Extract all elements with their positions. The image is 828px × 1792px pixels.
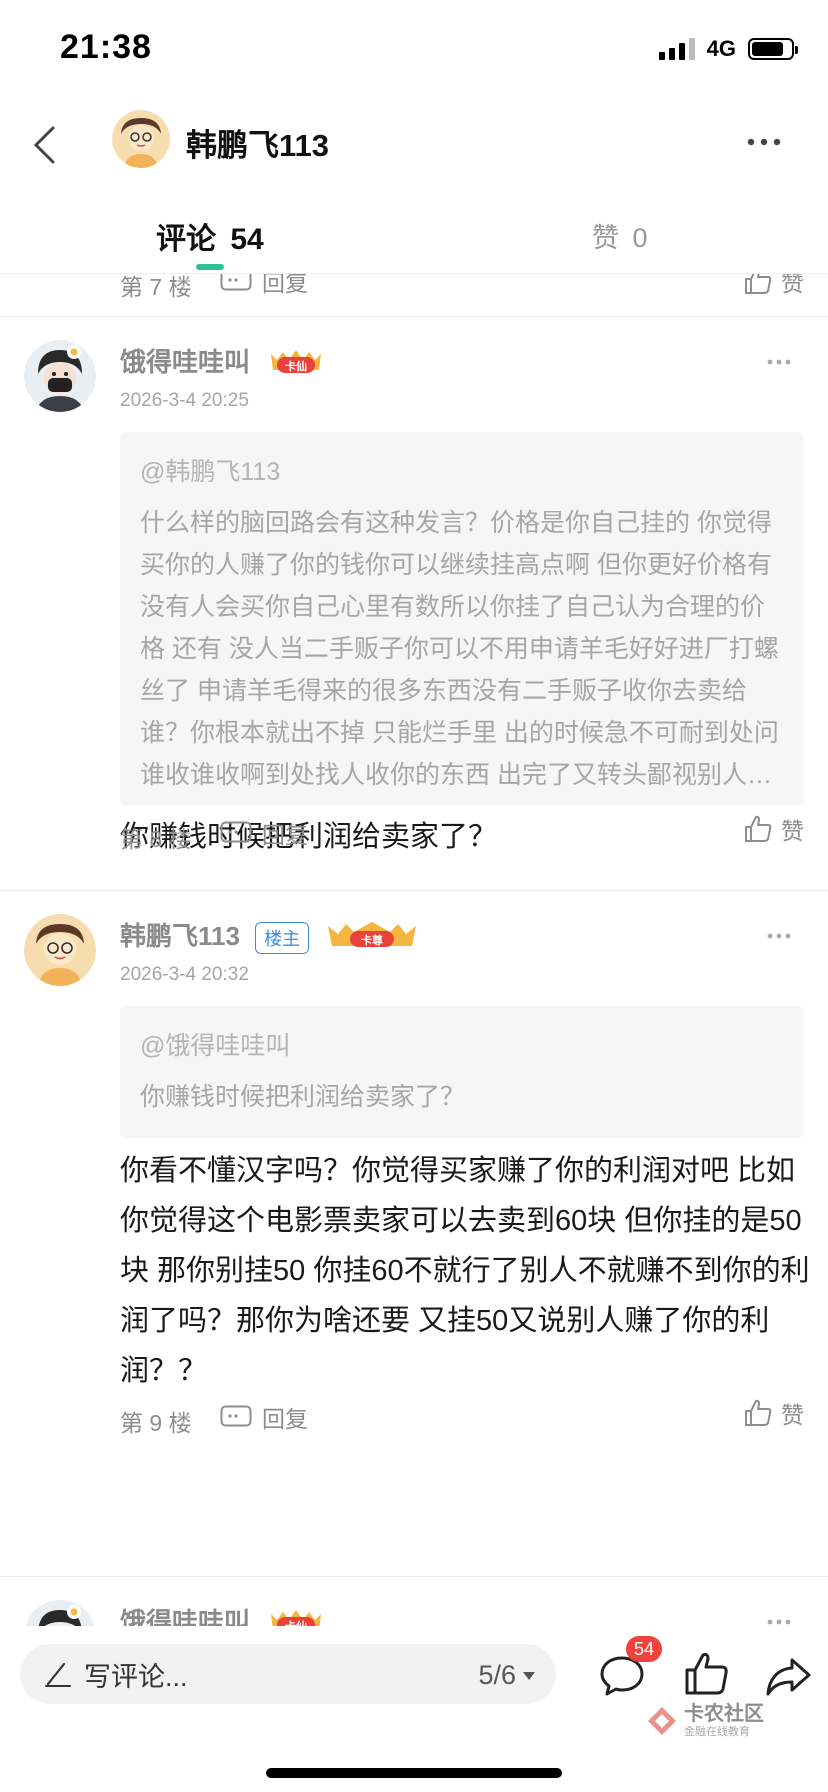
tab-likes[interactable]: 赞 0 [592,216,648,255]
battery-icon [748,38,798,60]
floor-label: 第 9 楼 [120,1410,192,1436]
network-label: 4G [706,36,736,61]
avatar[interactable] [24,1600,96,1626]
bottom-bar: 写评论... 5/6 54 卡农社区 金融在线教育 [0,1626,828,1792]
level-badge: 卡尊 [324,920,420,957]
comment-feed[interactable]: 第 7 楼 回复 赞 饿得哇哇叫 卡仙 2026-3-4 20:25 @韩鹏飞1… [0,274,828,1626]
comment-time: 2026-3-4 20:32 [120,964,249,985]
svg-text:卡仙: 卡仙 [285,1619,307,1626]
like-post-button[interactable] [682,1650,730,1698]
share-button[interactable] [764,1652,812,1700]
watermark-logo: 卡农社区 金融在线教育 [646,1704,764,1738]
comment-input[interactable]: 写评论... 5/6 [20,1644,556,1704]
more-button[interactable] [764,352,794,372]
quote-mention: @饿得哇哇叫 [140,1032,291,1060]
reply-button[interactable]: 回复 [220,1400,308,1434]
tab-comments[interactable]: 评论 54 [156,214,264,258]
svg-text:卡尊: 卡尊 [361,933,383,947]
reply-icon [220,274,252,291]
thumbs-up-icon [745,1399,772,1426]
level-badge: 卡仙 [265,346,327,383]
back-button[interactable] [24,120,64,170]
like-button[interactable]: 赞 [743,1396,804,1430]
quoted-comment[interactable]: @饿得哇哇叫 你赚钱时候把利润给卖家了？ [120,1006,804,1138]
author-name[interactable]: 饿得哇哇叫 卡仙 [120,1602,327,1626]
more-horizontal-icon [747,138,781,146]
quote-text: 你赚钱时候把利润给卖家了？ [140,1083,466,1111]
home-indicator [266,1768,562,1778]
comment-item: 饿得哇哇叫 卡仙 [0,1576,828,1626]
comment-count-badge: 54 [626,1636,662,1662]
avatar[interactable] [112,110,170,168]
more-horizontal-icon [767,933,791,939]
pen-icon [45,1662,71,1687]
author-name[interactable]: 韩鹏飞113 楼主 卡尊 [120,916,420,957]
tab-indicator [196,264,224,270]
status-time: 21:38 [60,28,152,66]
more-button[interactable] [764,1612,794,1626]
prev-comment-footer: 第 7 楼 回复 赞 [0,274,828,318]
like-button[interactable]: 赞 [743,274,804,298]
reply-icon [220,821,252,843]
like-button[interactable]: 赞 [743,812,804,846]
floor-label: 第 8 楼 [120,826,192,852]
more-horizontal-icon [767,1619,791,1625]
thumbs-up-icon [685,1653,728,1695]
comment-body: 你看不懂汉字吗？你觉得买家赚了你的利润对吧 比如你觉得这个电影票卖家可以去卖到6… [120,1155,810,1387]
comment-item: 韩鹏飞113 楼主 卡尊 2026-3-4 20:32 @饿得哇哇叫 你赚钱时候… [0,890,828,1470]
quote-mention: @韩鹏飞113 [140,458,281,486]
comment-input-placeholder: 写评论... [84,1661,188,1692]
more-horizontal-icon [767,359,791,365]
caret-down-icon [523,1671,535,1680]
quoted-comment[interactable]: @韩鹏飞113 什么样的脑回路会有这种发言？价格是你自己挂的 你觉得买你的人赚了… [120,432,804,806]
host-badge: 楼主 [255,922,310,955]
more-button[interactable] [764,926,794,946]
status-bar: 21:38 4G [0,0,828,100]
quote-text: 什么样的脑回路会有这种发言？价格是你自己挂的 你觉得买你的人赚了你的钱你可以继续… [140,509,779,789]
thumbs-up-icon [745,274,772,294]
level-badge: 卡仙 [265,1606,327,1626]
nav-bar: 韩鹏飞113 [0,100,828,190]
reply-button[interactable]: 回复 [220,816,308,850]
comment-item: 饿得哇哇叫 卡仙 2026-3-4 20:25 @韩鹏飞113 什么样的脑回路会… [0,316,828,864]
author-name[interactable]: 饿得哇哇叫 卡仙 [120,342,327,383]
share-arrow-icon [766,1658,811,1696]
comment-time: 2026-3-4 20:25 [120,390,249,411]
chevron-left-icon [33,126,55,164]
reply-button[interactable]: 回复 [220,274,308,298]
thumbs-up-icon [745,815,772,842]
more-button[interactable] [744,122,784,162]
svg-text:卡仙: 卡仙 [285,359,307,373]
logo-icon [648,1707,676,1735]
avatar[interactable] [24,914,96,986]
signal-icon [658,38,695,60]
tab-bar: 评论 54 赞 0 [0,190,828,274]
page-selector[interactable]: 5/6 [478,1660,536,1691]
reply-icon [220,1405,252,1427]
avatar[interactable] [24,340,96,412]
page-title: 韩鹏飞113 [186,128,330,163]
floor-label: 第 7 楼 [120,274,192,300]
